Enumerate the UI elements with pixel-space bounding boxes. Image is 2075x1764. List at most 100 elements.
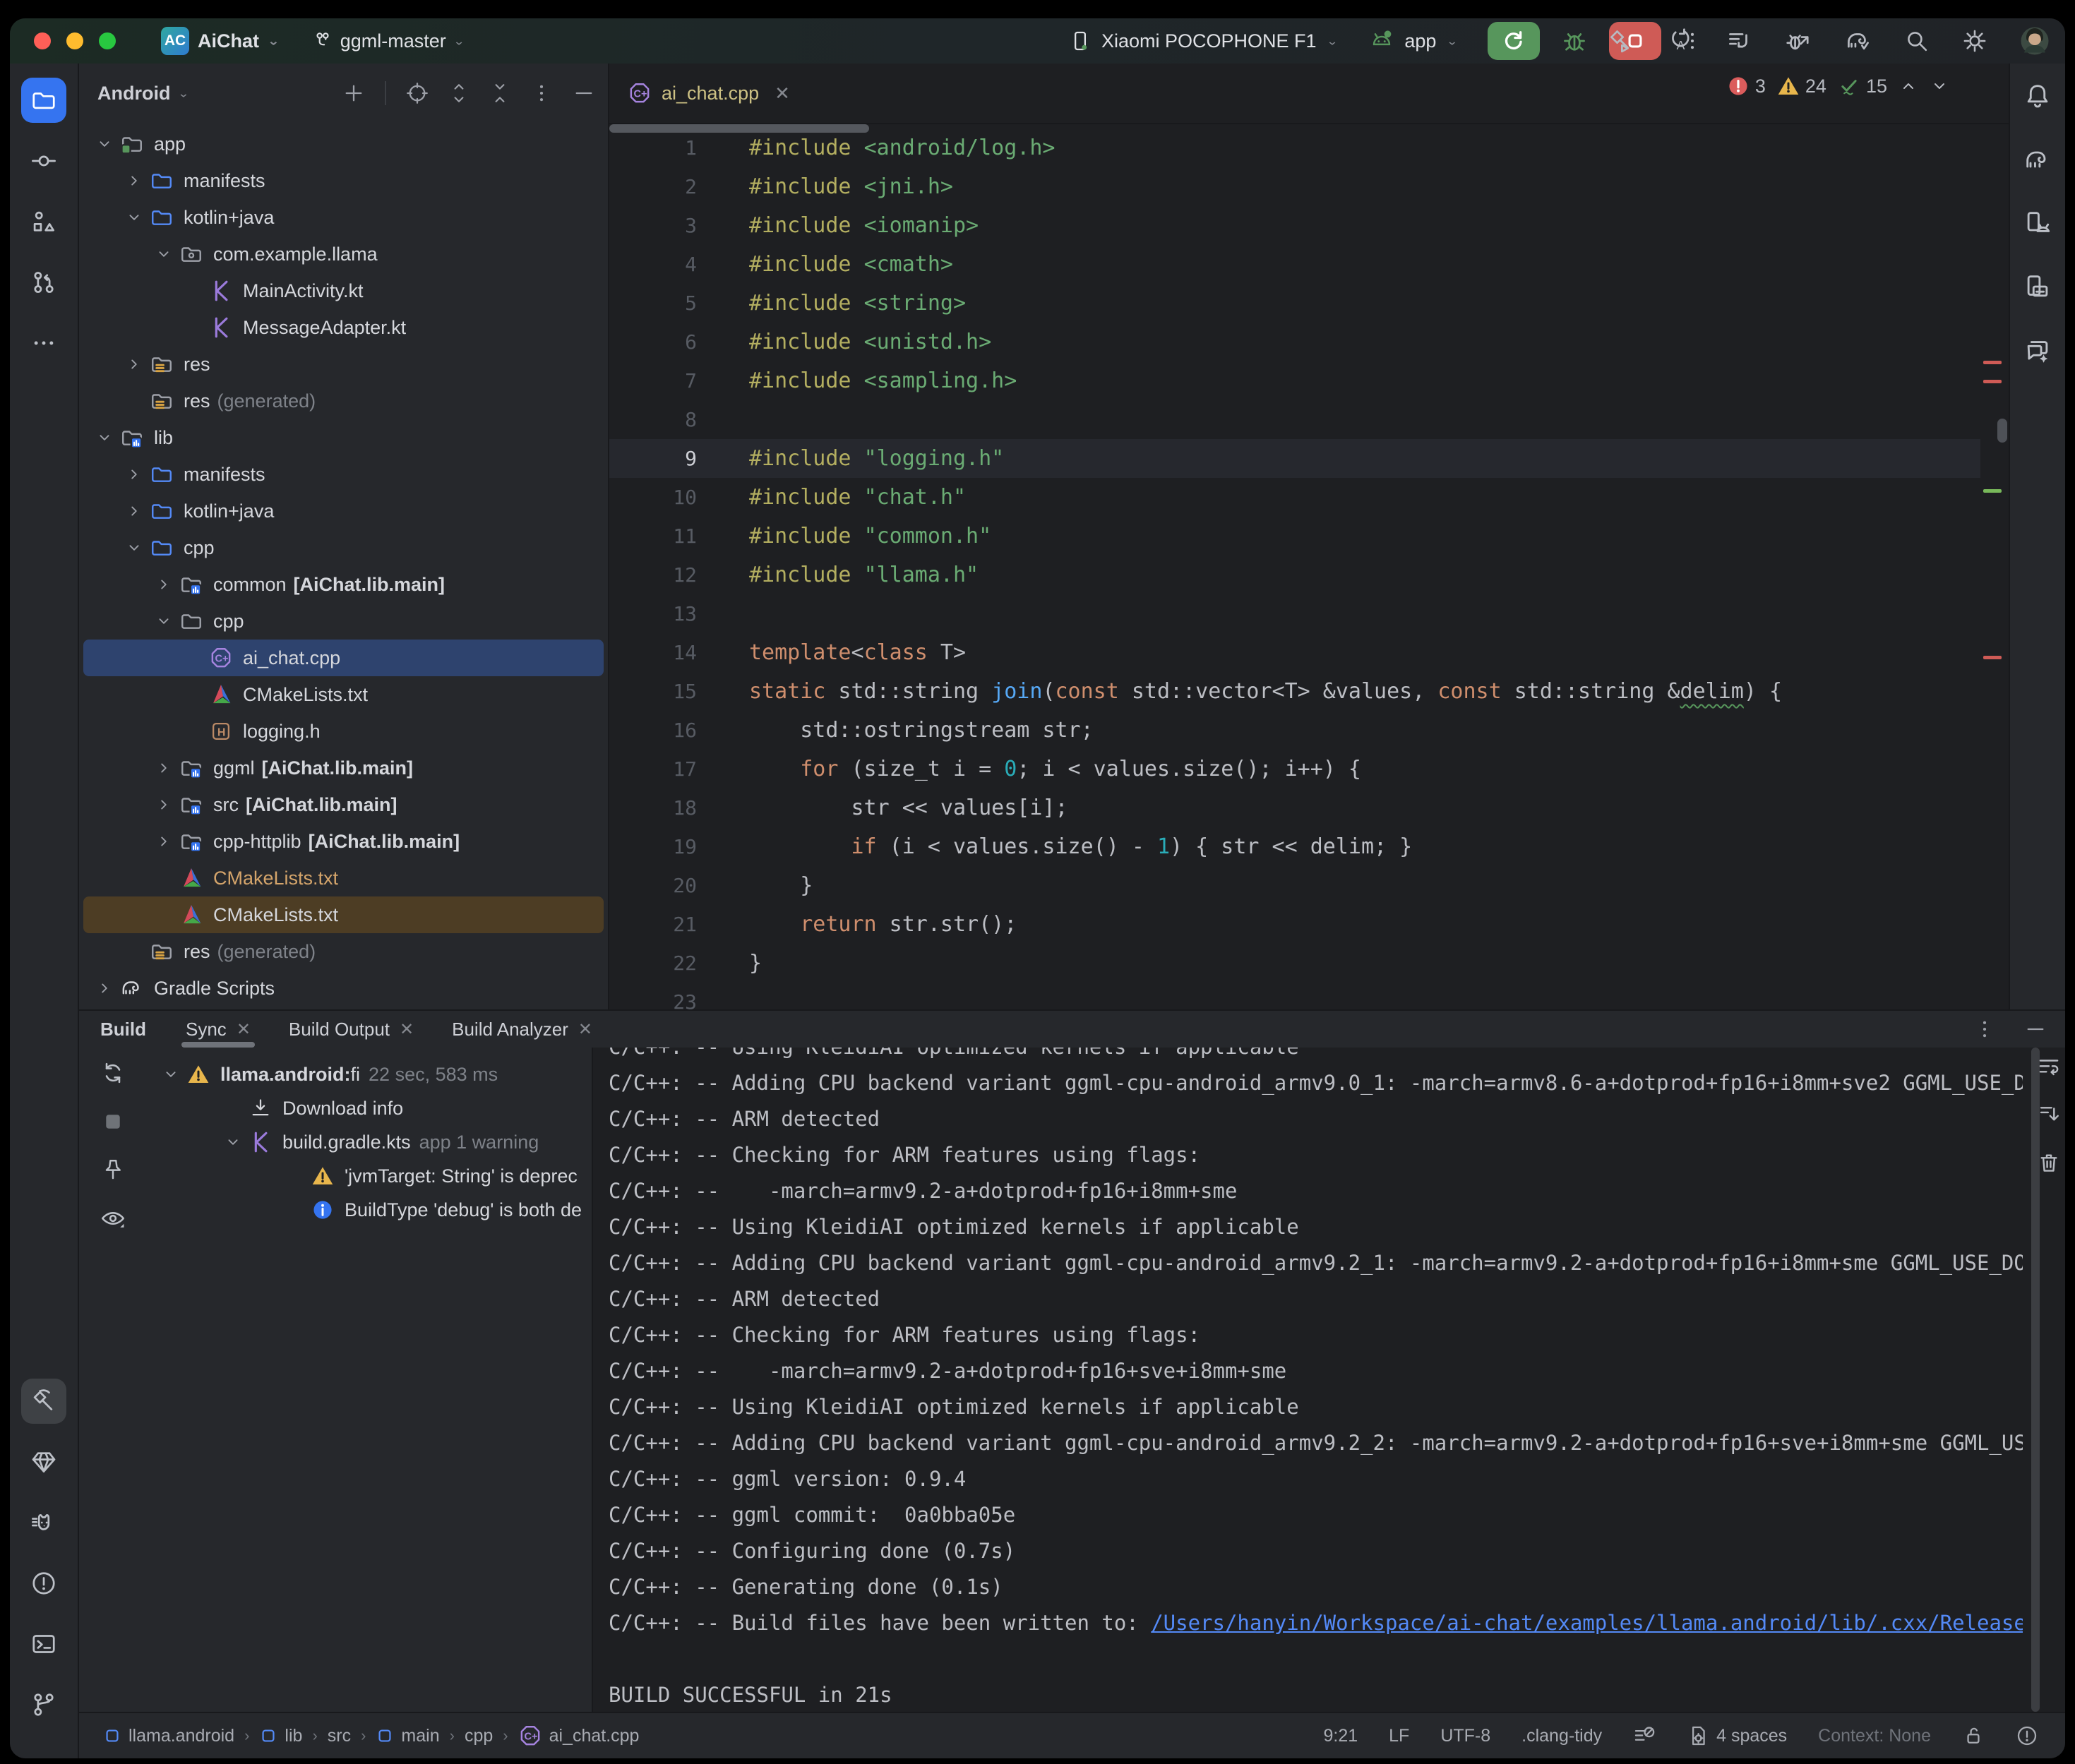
- commit-tool-button[interactable]: [21, 138, 66, 184]
- code-line-11[interactable]: 11#include "common.h": [609, 517, 1980, 556]
- close-icon[interactable]: ✕: [237, 1019, 251, 1040]
- breadcrumb-item-cpp[interactable]: cpp: [465, 1726, 493, 1746]
- next-problem-icon[interactable]: [1930, 76, 1949, 96]
- minimize-window-button[interactable]: [66, 32, 83, 49]
- close-tab-icon[interactable]: ✕: [775, 83, 790, 104]
- pull-requests-tool-button[interactable]: [21, 260, 66, 305]
- code-line-10[interactable]: 10#include "chat.h": [609, 478, 1980, 517]
- build-tree-item[interactable]: BuildType 'debug' is both de: [147, 1193, 592, 1227]
- pin-icon[interactable]: [101, 1158, 125, 1182]
- breadcrumb-item-ai-chat-cpp[interactable]: C+ai_chat.cpp: [518, 1724, 640, 1748]
- chevron-right-icon[interactable]: [120, 465, 148, 484]
- code-line-4[interactable]: 4#include <cmath>: [609, 245, 1980, 284]
- running-devices-button[interactable]: [2023, 272, 2052, 301]
- tree-item-res[interactable]: res(generated): [83, 383, 604, 419]
- structure-tool-button[interactable]: [21, 199, 66, 244]
- close-icon[interactable]: ✕: [578, 1019, 592, 1040]
- profiler-button[interactable]: [1726, 28, 1753, 54]
- chevron-down-icon[interactable]: [120, 208, 148, 227]
- tree-item-manifests[interactable]: manifests: [83, 162, 604, 199]
- tree-item-cmakelists-txt[interactable]: CMakeLists.txt: [83, 896, 604, 933]
- code-line-21[interactable]: 21 return str.str();: [609, 905, 1980, 944]
- more-tool-windows-button[interactable]: [21, 320, 66, 366]
- breadcrumb-item-llama-android[interactable]: llama.android: [103, 1726, 234, 1746]
- chevron-down-icon[interactable]: [150, 245, 178, 263]
- tree-item-cmakelists-txt[interactable]: CMakeLists.txt: [83, 676, 604, 713]
- resolve-context[interactable]: Context: None: [1818, 1726, 1931, 1746]
- breadcrumb-item-src[interactable]: src: [328, 1726, 351, 1746]
- error-stripe-mark[interactable]: [1983, 361, 2002, 364]
- vcs-branch-widget[interactable]: ggml-master ⌄: [312, 30, 465, 52]
- chevron-right-icon[interactable]: [120, 172, 148, 190]
- tree-item-kotlin-java[interactable]: kotlin+java: [83, 493, 604, 529]
- code-line-20[interactable]: 20 }: [609, 866, 1980, 905]
- build-tree-item[interactable]: 'jvmTarget: String' is deprec: [147, 1159, 592, 1193]
- gemini-chat-button[interactable]: [2023, 336, 2052, 364]
- settings-button[interactable]: [1962, 28, 1987, 54]
- chevron-right-icon[interactable]: [150, 796, 178, 814]
- chevron-down-icon[interactable]: [90, 428, 119, 447]
- tree-item-logging-h[interactable]: Hlogging.h: [83, 713, 604, 750]
- clang-tidy-profile[interactable]: .clang-tidy: [1521, 1726, 1602, 1746]
- tree-item-cmakelists-txt[interactable]: CMakeLists.txt: [83, 860, 604, 896]
- build-output-path-link[interactable]: /Users/hanyin/Workspace/ai-chat/examples…: [1151, 1611, 2023, 1635]
- filter-eye-icon[interactable]: [100, 1206, 126, 1231]
- chevron-down-icon[interactable]: [150, 612, 178, 630]
- device-selector[interactable]: Xiaomi POCOPHONE F1: [1101, 30, 1317, 52]
- debug-button[interactable]: [1561, 28, 1588, 54]
- rerun-button[interactable]: [1488, 22, 1540, 60]
- indent-setting[interactable]: 4 spaces: [1716, 1726, 1787, 1746]
- tree-item-cpp[interactable]: cpp: [83, 603, 604, 640]
- tree-item-cpp[interactable]: cpp: [83, 529, 604, 566]
- code-line-23[interactable]: 23: [609, 983, 1980, 1009]
- add-icon[interactable]: [342, 82, 365, 104]
- file-encoding[interactable]: UTF-8: [1440, 1726, 1490, 1746]
- tree-item-src[interactable]: src[AiChat.lib.main]: [83, 786, 604, 823]
- clear-console-icon[interactable]: [2037, 1151, 2061, 1175]
- tree-item-lib[interactable]: lib: [83, 419, 604, 456]
- code-line-3[interactable]: 3#include <iomanip>: [609, 206, 1980, 245]
- tab-sync[interactable]: Sync✕: [186, 1011, 251, 1048]
- close-icon[interactable]: ✕: [400, 1019, 414, 1040]
- build-project-button[interactable]: [1608, 28, 1634, 54]
- code-line-15[interactable]: 15static std::string join(const std::vec…: [609, 672, 1980, 711]
- tree-item-messageadapter-kt[interactable]: MessageAdapter.kt: [83, 309, 604, 346]
- minimize-build-panel-icon[interactable]: [2024, 1018, 2047, 1040]
- lock-open-icon[interactable]: [1962, 1724, 1985, 1747]
- version-control-tool-button[interactable]: [21, 1682, 66, 1727]
- run-configuration-selector[interactable]: app: [1404, 30, 1436, 52]
- tree-item-com-example-llama[interactable]: com.example.llama: [83, 236, 604, 272]
- chevron-down-icon[interactable]: [157, 1065, 185, 1084]
- gradle-tool-button[interactable]: [2023, 145, 2052, 174]
- code-line-8[interactable]: 8: [609, 400, 1980, 439]
- stop-sync-icon[interactable]: [101, 1110, 125, 1134]
- error-stripe-mark[interactable]: [1983, 380, 2002, 383]
- inspection-status-icon[interactable]: [2016, 1724, 2038, 1747]
- chevron-right-icon[interactable]: [150, 759, 178, 777]
- line-ending[interactable]: LF: [1389, 1726, 1409, 1746]
- project-tool-button[interactable]: [21, 78, 66, 123]
- device-manager-button[interactable]: [2023, 209, 2052, 237]
- breadcrumb-item-lib[interactable]: lib: [259, 1726, 302, 1746]
- close-window-button[interactable]: [34, 32, 51, 49]
- project-widget[interactable]: AC AiChat ⌄: [161, 27, 280, 55]
- code-line-13[interactable]: 13: [609, 594, 1980, 633]
- restart-sync-icon[interactable]: [100, 1060, 126, 1086]
- editor-horizontal-scrollbar[interactable]: [609, 124, 869, 133]
- code-line-2[interactable]: 2#include <jni.h>: [609, 167, 1980, 206]
- chevron-down-icon[interactable]: [120, 539, 148, 557]
- tree-item-ggml[interactable]: ggml[AiChat.lib.main]: [83, 750, 604, 786]
- logcat-tool-button[interactable]: [21, 1500, 66, 1545]
- terminal-tool-button[interactable]: [21, 1621, 66, 1667]
- app-quality-insights-button[interactable]: [21, 1439, 66, 1484]
- formatter-off-icon[interactable]: [1633, 1724, 1656, 1747]
- code-area[interactable]: 1#include <android/log.h>2#include <jni.…: [609, 124, 2009, 1009]
- error-stripe-mark[interactable]: [1983, 656, 2002, 659]
- chevron-down-icon[interactable]: [90, 135, 119, 153]
- gradle-sync-button[interactable]: [1845, 28, 1872, 54]
- code-line-6[interactable]: 6#include <unistd.h>: [609, 323, 1980, 361]
- project-view-selector[interactable]: Android: [97, 83, 170, 104]
- tree-item-manifests[interactable]: manifests: [83, 456, 604, 493]
- tree-item-res[interactable]: res(generated): [83, 933, 604, 970]
- code-line-1[interactable]: 1#include <android/log.h>: [609, 128, 1980, 167]
